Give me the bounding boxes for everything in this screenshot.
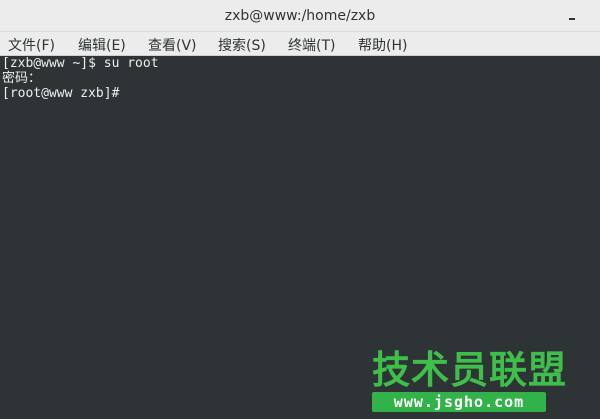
minimize-icon	[569, 18, 575, 20]
menu-search[interactable]: 搜索(S)	[218, 35, 266, 55]
root-prompt-text: [root@www zxb]#	[2, 86, 128, 101]
menu-view[interactable]: 查看(V)	[148, 35, 197, 55]
title-bar[interactable]: zxb@www:/home/zxb	[0, 0, 600, 32]
terminal-window: zxb@www:/home/zxb 文件(F) 编辑(E) 查看(V) 搜索(S…	[0, 0, 600, 419]
menu-help[interactable]: 帮助(H)	[358, 35, 407, 55]
window-title: zxb@www:/home/zxb	[224, 8, 376, 24]
terminal-line-command: [zxb@www ~]$ su root	[2, 56, 159, 71]
terminal-line-password-prompt: 密码：	[2, 71, 42, 86]
terminal-line-root-prompt: [root@www zxb]#	[2, 86, 600, 101]
menu-edit[interactable]: 编辑(E)	[78, 35, 126, 55]
menu-bar: 文件(F) 编辑(E) 查看(V) 搜索(S) 终端(T) 帮助(H)	[0, 32, 600, 56]
menu-terminal[interactable]: 终端(T)	[288, 35, 335, 55]
menu-file[interactable]: 文件(F)	[8, 35, 55, 55]
watermark-url-badge: www.jsgho.com	[372, 392, 546, 412]
watermark-logo: 技术员联盟 www.jsgho.com	[366, 350, 566, 414]
text-cursor	[127, 86, 134, 99]
watermark-url: www.jsgho.com	[393, 393, 525, 411]
watermark-title: 技术员联盟	[372, 348, 568, 392]
minimize-button[interactable]	[564, 5, 582, 25]
